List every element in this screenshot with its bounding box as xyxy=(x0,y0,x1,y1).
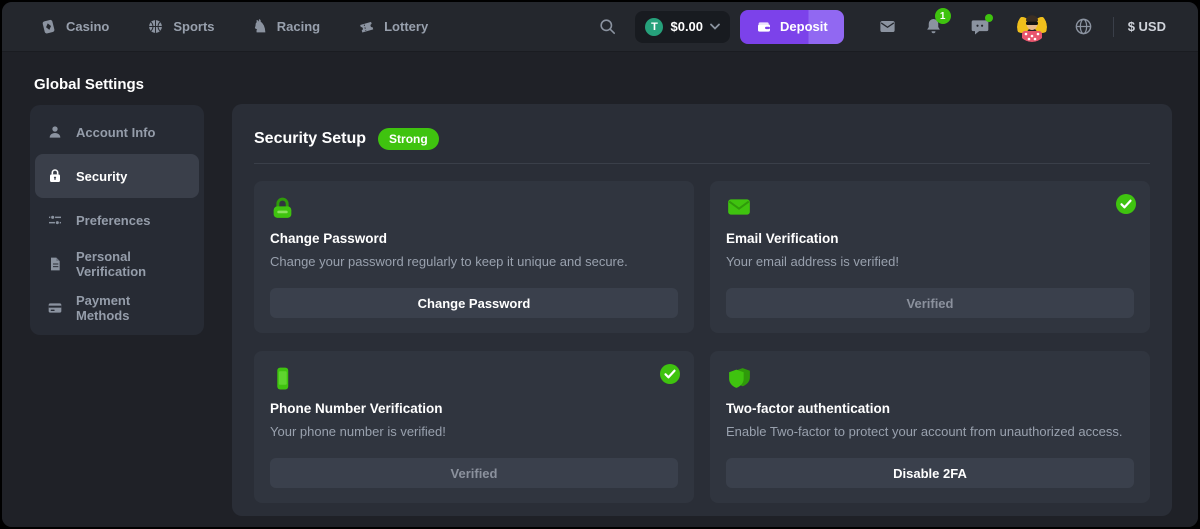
top-nav: Casino Sports ♞ Racing Lottery T $0.00 xyxy=(2,2,1198,52)
phone-verified-button[interactable]: Verified xyxy=(270,458,678,488)
sidebar-item-account-info[interactable]: Account Info xyxy=(35,110,199,154)
tether-icon: T xyxy=(645,18,663,36)
card-icon-wrap xyxy=(726,366,1134,392)
nav-item-racing[interactable]: ♞ Racing xyxy=(253,18,321,35)
card-description: Enable Two-factor to protect your accoun… xyxy=(726,424,1134,439)
page-body: Global Settings Account Info Security Pr… xyxy=(2,52,1198,527)
currency-selector[interactable]: $ USD xyxy=(1128,19,1166,34)
nav-item-label: Lottery xyxy=(384,19,428,34)
wallet-icon xyxy=(756,19,772,35)
chat-button[interactable] xyxy=(970,17,990,37)
card-title: Email Verification xyxy=(726,231,1134,246)
lottery-icon xyxy=(358,18,375,35)
page-title: Global Settings xyxy=(34,76,144,93)
sidebar-item-label: Account Info xyxy=(76,125,155,140)
card-icon-wrap xyxy=(270,366,678,392)
credit-card-icon xyxy=(47,300,63,316)
disable-2fa-button[interactable]: Disable 2FA xyxy=(726,458,1134,488)
globe-icon xyxy=(1074,17,1093,36)
change-password-button[interactable]: Change Password xyxy=(270,288,678,318)
sidebar-item-personal-verification[interactable]: Personal Verification xyxy=(35,242,199,286)
racing-icon: ♞ xyxy=(253,18,268,35)
user-icon xyxy=(47,124,63,140)
header-divider xyxy=(254,163,1150,164)
search-button[interactable] xyxy=(598,17,617,36)
card-description: Your phone number is verified! xyxy=(270,424,678,439)
change-password-card: Change Password Change your password reg… xyxy=(254,181,694,333)
verified-check-icon xyxy=(1116,194,1136,219)
nav-item-sports[interactable]: Sports xyxy=(147,18,214,35)
notification-badge: 1 xyxy=(935,8,951,24)
security-setup-panel: Security Setup Strong Change Password Ch… xyxy=(232,104,1172,516)
balance-selector[interactable]: T $0.00 xyxy=(635,11,730,43)
card-description: Change your password regularly to keep i… xyxy=(270,254,678,269)
nav-item-lottery[interactable]: Lottery xyxy=(358,18,428,35)
card-icon-wrap xyxy=(270,196,678,222)
casino-icon xyxy=(40,18,57,35)
sports-icon xyxy=(147,18,164,35)
card-title: Two-factor authentication xyxy=(726,401,1134,416)
security-strength-badge: Strong xyxy=(378,128,439,150)
phone-icon xyxy=(270,366,295,391)
card-description: Your email address is verified! xyxy=(726,254,1134,269)
sidebar-item-preferences[interactable]: Preferences xyxy=(35,198,199,242)
nav-item-label: Casino xyxy=(66,19,109,34)
phone-verification-card: Phone Number Verification Your phone num… xyxy=(254,351,694,503)
mail-icon xyxy=(878,17,897,36)
two-factor-card: Two-factor authentication Enable Two-fac… xyxy=(710,351,1150,503)
panel-title: Security Setup xyxy=(254,130,366,148)
balance-amount: $0.00 xyxy=(670,19,703,34)
sidebar-item-payment-methods[interactable]: Payment Methods xyxy=(35,286,199,330)
nav-menu: Casino Sports ♞ Racing Lottery xyxy=(40,18,428,35)
sidebar-item-label: Preferences xyxy=(76,213,150,228)
email-verified-button[interactable]: Verified xyxy=(726,288,1134,318)
sliders-icon xyxy=(47,212,63,228)
sidebar-item-security[interactable]: Security xyxy=(35,154,199,198)
card-title: Change Password xyxy=(270,231,678,246)
sidebar-item-label: Payment Methods xyxy=(76,293,187,323)
chat-online-dot xyxy=(985,14,993,22)
security-cards-grid: Change Password Change your password reg… xyxy=(254,181,1150,503)
card-icon-wrap xyxy=(726,196,1134,222)
card-title: Phone Number Verification xyxy=(270,401,678,416)
padlock-icon xyxy=(270,196,295,221)
avatar-image xyxy=(1017,12,1047,42)
avatar[interactable] xyxy=(1017,12,1047,42)
notifications-button[interactable]: 1 xyxy=(924,17,943,36)
deposit-button[interactable]: Deposit xyxy=(740,10,844,44)
envelope-icon xyxy=(726,196,752,218)
lock-icon xyxy=(47,168,63,184)
sidebar-item-label: Personal Verification xyxy=(76,249,187,279)
settings-sidebar: Account Info Security Preferences Person… xyxy=(30,105,204,335)
deposit-label: Deposit xyxy=(780,19,828,34)
nav-right: T $0.00 Deposit 1 xyxy=(598,10,1166,44)
verified-check-icon xyxy=(660,364,680,389)
document-icon xyxy=(47,256,63,272)
panel-header: Security Setup Strong xyxy=(254,128,1150,150)
nav-item-casino[interactable]: Casino xyxy=(40,18,109,35)
shields-icon xyxy=(726,366,753,391)
app-window: Casino Sports ♞ Racing Lottery T $0.00 xyxy=(0,0,1200,529)
email-verification-card: Email Verification Your email address is… xyxy=(710,181,1150,333)
chevron-down-icon xyxy=(710,23,720,30)
nav-icon-group: 1 xyxy=(878,12,1093,42)
search-icon xyxy=(598,17,617,36)
nav-divider xyxy=(1113,17,1114,37)
nav-item-label: Sports xyxy=(173,19,214,34)
sidebar-item-label: Security xyxy=(76,169,127,184)
inbox-button[interactable] xyxy=(878,17,897,36)
language-button[interactable] xyxy=(1074,17,1093,36)
nav-item-label: Racing xyxy=(277,19,320,34)
